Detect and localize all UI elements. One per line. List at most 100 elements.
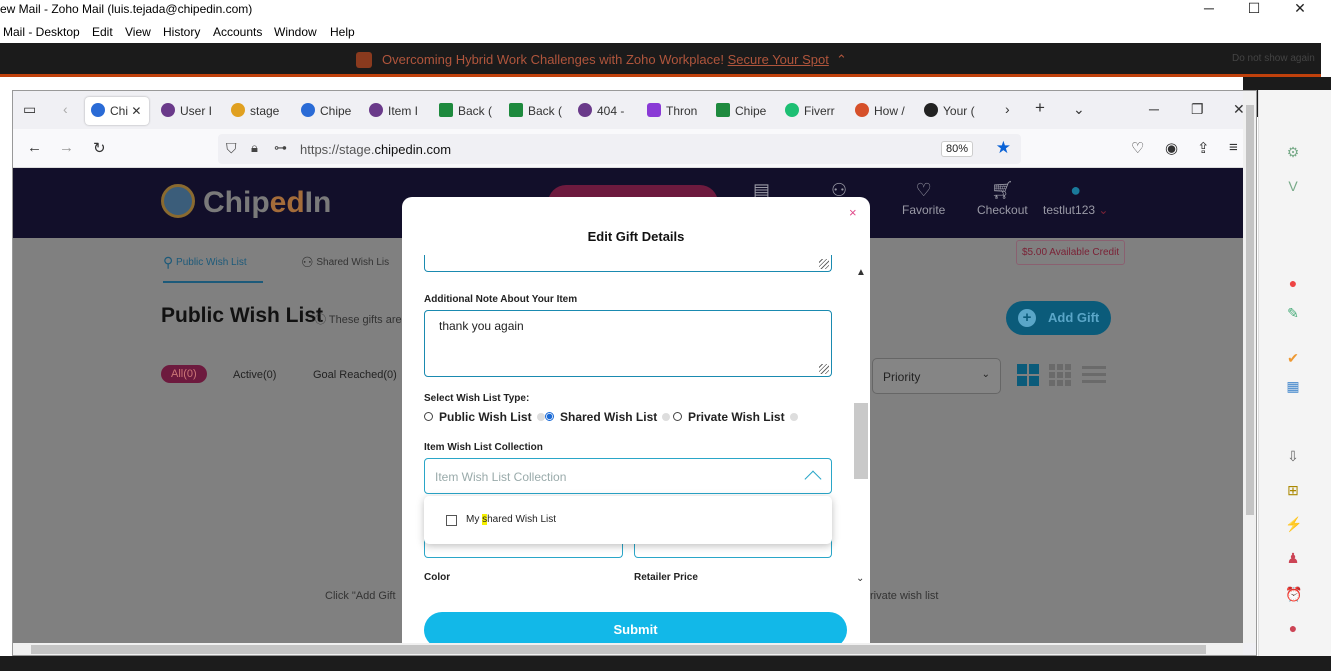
menu-accounts[interactable]: Accounts	[213, 25, 262, 39]
ff-restore-icon[interactable]: ❐	[1191, 101, 1204, 118]
close-button[interactable]: ✕	[1280, 0, 1320, 17]
alarm-icon[interactable]: ⏰	[1285, 586, 1302, 602]
scroll-down-icon[interactable]: ⌄	[856, 573, 864, 584]
menu-mail-desktop[interactable]: Mail - Desktop	[3, 25, 80, 39]
add-gift-button[interactable]: + Add Gift	[1006, 301, 1111, 335]
priority-select[interactable]: Priority ⌄	[872, 358, 1001, 394]
note-textarea[interactable]: thank you again	[424, 310, 832, 377]
tab-public-wish-list[interactable]: ⚲ Public Wish List	[163, 254, 247, 271]
download-icon[interactable]: ⇩	[1285, 448, 1301, 464]
scroll-tabs-right-icon[interactable]: ›	[1005, 101, 1010, 117]
account-icon[interactable]: ◉	[1165, 139, 1178, 157]
page-subtitle: ⓘ These gifts are	[315, 314, 402, 326]
modal-scrollbar[interactable]: ▲ ⌄	[854, 267, 868, 587]
tab-8[interactable]: Thron	[647, 97, 697, 125]
menu-window[interactable]: Window	[274, 25, 317, 39]
plus-square-icon[interactable]: ⊞	[1285, 482, 1301, 498]
tab-0[interactable]: Chi ✕	[85, 97, 149, 125]
gear-icon[interactable]: ⚙	[1285, 144, 1301, 160]
tab-bar: ▭ ‹ Chi ✕ User I stage Chipe Item I Back…	[13, 91, 1256, 129]
tab-shared-wish-list[interactable]: ⚇ Shared Wish Lis	[301, 254, 389, 271]
tab-favicon	[161, 103, 175, 117]
forward-icon[interactable]: →	[59, 139, 74, 156]
menu-history[interactable]: History	[163, 25, 200, 39]
grid-small-view-icon[interactable]	[1048, 363, 1072, 387]
radio-public-wish-list[interactable]: Public Wish List	[424, 410, 545, 424]
scroll-tabs-left-icon[interactable]: ‹	[63, 101, 68, 117]
radio-shared-wish-list[interactable]: Shared Wish List	[545, 410, 671, 424]
page-vscroll-thumb[interactable]	[1246, 105, 1254, 515]
tab-12[interactable]: Your (	[924, 97, 975, 125]
tab-list-icon[interactable]: ▭	[23, 101, 36, 118]
close-tab-icon[interactable]: ✕	[131, 104, 141, 118]
tab-3[interactable]: Chipe	[301, 97, 351, 125]
radio-private-wish-list[interactable]: Private Wish List	[673, 410, 798, 424]
tab-11[interactable]: How /	[855, 97, 905, 125]
tab-6[interactable]: Back (	[509, 97, 562, 125]
maximize-button[interactable]: ☐	[1234, 0, 1274, 17]
new-tab-icon[interactable]: +	[1035, 98, 1045, 118]
site-logo[interactable]: ChipedIn	[161, 184, 331, 220]
modal-close-icon[interactable]: ×	[849, 205, 857, 220]
minimize-button[interactable]: ─	[1189, 0, 1229, 16]
page-hscroll-thumb[interactable]	[31, 645, 1206, 654]
tab-1[interactable]: User I	[161, 97, 212, 125]
promo-link[interactable]: Secure Your Spot	[728, 52, 829, 67]
extensions-icon[interactable]: ⇪	[1197, 139, 1210, 157]
collection-select[interactable]: Item Wish List Collection	[424, 458, 832, 494]
ff-minimize-icon[interactable]: ─	[1149, 101, 1159, 117]
tab-2[interactable]: stage	[231, 97, 279, 125]
user-nav[interactable]: ● testlut123 ⌄	[1043, 180, 1108, 217]
back-icon[interactable]: ←	[27, 139, 42, 156]
tab-9[interactable]: Chipe	[716, 97, 766, 125]
chart-icon[interactable]: ▦	[1285, 378, 1301, 394]
page-vertical-scrollbar[interactable]	[1243, 91, 1256, 643]
lock-icon[interactable]: 🔒︎	[251, 140, 258, 156]
new-badge-icon[interactable]: ●	[1285, 275, 1301, 291]
filter-active[interactable]: Active(0)	[233, 369, 276, 381]
tab-5[interactable]: Back (	[439, 97, 492, 125]
submit-button[interactable]: Submit	[424, 612, 847, 646]
tab-4[interactable]: Item I	[369, 97, 418, 125]
grid-large-view-icon[interactable]	[1016, 363, 1040, 387]
active-tab-underline	[163, 281, 263, 283]
url-bar[interactable]: ⛉ 🔒︎ ⊶ https://stage.chipedin.com 80% ★	[218, 134, 1021, 164]
menu-help[interactable]: Help	[330, 25, 355, 39]
menu-view[interactable]: View	[125, 25, 151, 39]
tab-10[interactable]: Fiverr	[785, 97, 835, 125]
modal-scroll-thumb[interactable]	[854, 403, 868, 479]
favorite-nav[interactable]: ♡ Favorite	[902, 180, 945, 217]
note-icon[interactable]: ✎	[1285, 305, 1301, 321]
resize-grip-icon[interactable]	[819, 259, 829, 269]
filter-all[interactable]: All(0)	[161, 365, 207, 383]
collection-placeholder: Item Wish List Collection	[435, 470, 567, 484]
edit-gift-modal: × Edit Gift Details Additional Note Abou…	[402, 197, 870, 646]
option-my-shared-wish-list[interactable]: My shared Wish List	[466, 514, 556, 525]
reload-icon[interactable]: ↻	[93, 139, 106, 157]
description-textarea[interactable]	[424, 255, 832, 272]
checkout-nav[interactable]: 🛒︎ Checkout	[977, 180, 1028, 217]
outer-window-title: ew Mail - Zoho Mail (luis.tejada@chipedi…	[0, 2, 253, 16]
heart-icon: ♡	[915, 180, 932, 200]
tab-7[interactable]: 404 -	[578, 97, 624, 125]
check-icon[interactable]: ✔	[1285, 350, 1301, 366]
page-horizontal-scrollbar[interactable]	[13, 643, 1243, 655]
bolt-icon[interactable]: ⚡	[1285, 516, 1302, 532]
resize-grip-icon[interactable]	[819, 364, 829, 374]
person-icon[interactable]: ♟	[1285, 550, 1301, 566]
permissions-icon[interactable]: ⊶	[274, 140, 287, 156]
zoom-indicator[interactable]: 80%	[940, 141, 973, 157]
filter-goal-reached[interactable]: Goal Reached(0)	[313, 369, 397, 381]
option-checkbox[interactable]	[446, 515, 457, 526]
pocket-icon[interactable]: ♡	[1131, 139, 1144, 157]
bookmark-star-icon[interactable]: ★	[996, 138, 1011, 158]
promo-dismiss[interactable]: Do not show again	[1232, 53, 1315, 64]
menu-icon[interactable]: ≡	[1229, 139, 1238, 156]
pin-icon[interactable]: ●	[1285, 620, 1301, 636]
menu-edit[interactable]: Edit	[92, 25, 113, 39]
shield-icon[interactable]: ⛉	[226, 140, 237, 157]
list-all-tabs-icon[interactable]: ⌄	[1073, 101, 1085, 118]
list-view-icon[interactable]	[1082, 363, 1106, 387]
scroll-up-icon[interactable]: ▲	[856, 267, 866, 278]
brand-icon[interactable]: V	[1285, 178, 1301, 194]
